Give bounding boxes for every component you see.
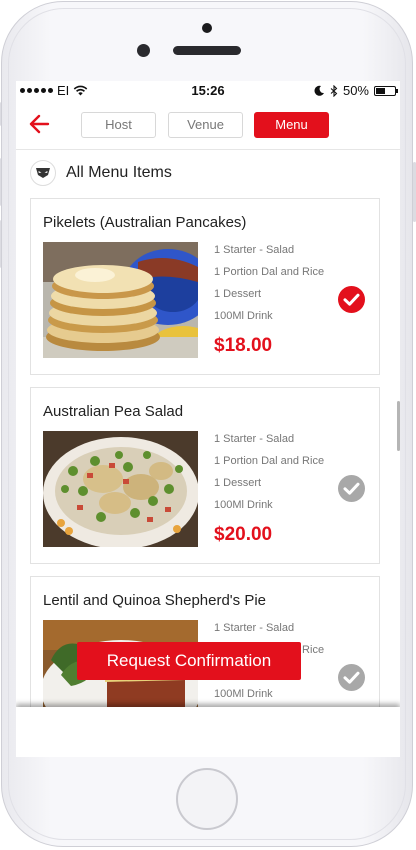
top-nav: Host Venue Menu [16,103,400,150]
check-circle-icon[interactable] [338,286,365,313]
earpiece-speaker [173,46,241,55]
battery-icon [374,85,398,96]
mask-icon [30,160,56,186]
menu-item-price: $20.00 [214,524,273,545]
tab-menu[interactable]: Menu [254,112,329,138]
pancakes-photo [43,242,198,358]
feature-text: 1 Starter - Salad [214,244,295,256]
feature-text: 1 Dessert [214,477,262,489]
bluetooth-icon [330,84,338,97]
moon-icon [314,85,324,96]
request-confirmation-button[interactable]: Request Confirmation [77,642,301,680]
feature-text: 1 Portion Dal and Rice [214,266,325,278]
feature-text: 1 Portion Dal and Rice [214,455,325,467]
mute-switch [0,102,1,126]
check-circle-icon[interactable] [338,664,365,691]
feature-text: 1 Starter - Salad [214,622,295,634]
scrollbar[interactable] [397,401,400,451]
battery-percent: 50% [342,83,369,98]
volume-up-button [0,158,1,206]
tab-host[interactable]: Host [81,112,156,138]
menu-item-title: Australian Pea Salad [43,403,184,420]
check-circle-icon[interactable] [338,475,365,502]
feature-text: 1 Starter - Salad [214,433,295,445]
section-header: All Menu Items [30,159,172,187]
feature-text: 100Ml Drink [214,688,273,700]
menu-item-features: 1 Starter - Salad 1 Portion Dal and Rice… [214,242,324,330]
volume-down-button [0,220,1,268]
status-bar: EI 15:26 50% [16,81,400,101]
feature-text: 100Ml Drink [214,499,273,511]
feature-text: 1 Dessert [214,288,262,300]
front-camera [137,44,150,57]
menu-item-card[interactable]: Australian Pea Salad 1 Starter - Salad 1… [30,387,380,564]
menu-item-features: 1 Starter - Salad 1 Portion Dal and Rice… [214,431,324,519]
menu-item-title: Pikelets (Australian Pancakes) [43,214,247,231]
back-arrow-icon[interactable] [26,111,52,137]
bottom-bar [16,707,400,757]
proximity-sensor [202,23,212,33]
menu-item-card[interactable]: Pikelets (Australian Pancakes) 1 Starter… [30,198,380,375]
feature-text: 100Ml Drink [214,310,273,322]
section-title: All Menu Items [66,164,172,181]
home-button[interactable] [176,768,238,830]
pea-salad-photo [43,431,198,547]
tab-venue[interactable]: Venue [168,112,243,138]
menu-item-price: $18.00 [214,335,273,356]
menu-item-title: Lentil and Quinoa Shepherd's Pie [43,592,267,609]
